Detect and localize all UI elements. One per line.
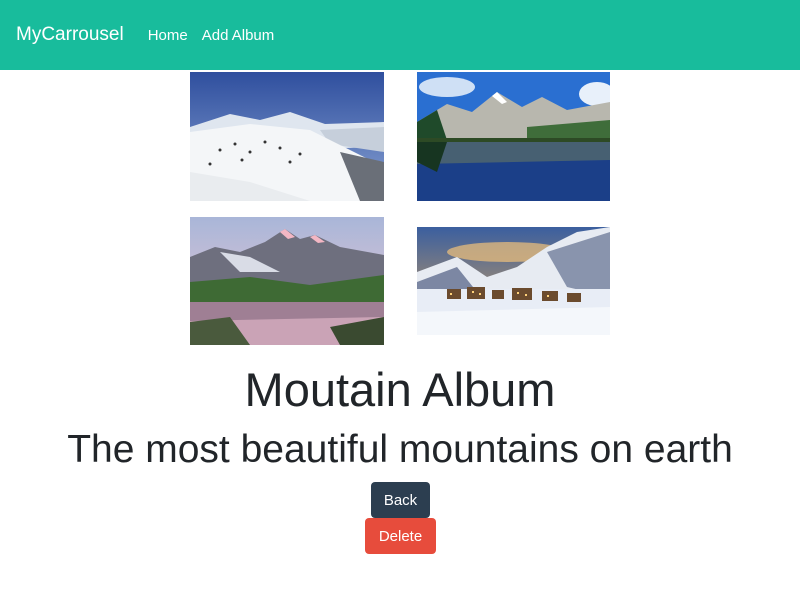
- nav-link-home[interactable]: Home: [148, 27, 188, 44]
- navbar-brand[interactable]: MyCarrousel: [16, 24, 124, 46]
- album-image-sunset-lake: [190, 217, 384, 345]
- nav-link-add-album[interactable]: Add Album: [202, 27, 275, 44]
- album-description: The most beautiful mountains on earth: [67, 428, 733, 471]
- album-title: Moutain Album: [244, 363, 556, 416]
- back-button[interactable]: Back: [371, 482, 430, 518]
- album-image-snowy-village: [417, 227, 610, 335]
- delete-button[interactable]: Delete: [365, 518, 436, 554]
- album-image-lake-reflection: [417, 72, 610, 201]
- navbar: MyCarrousel Home Add Album: [0, 0, 800, 70]
- album-image-ski-slope: [190, 72, 384, 201]
